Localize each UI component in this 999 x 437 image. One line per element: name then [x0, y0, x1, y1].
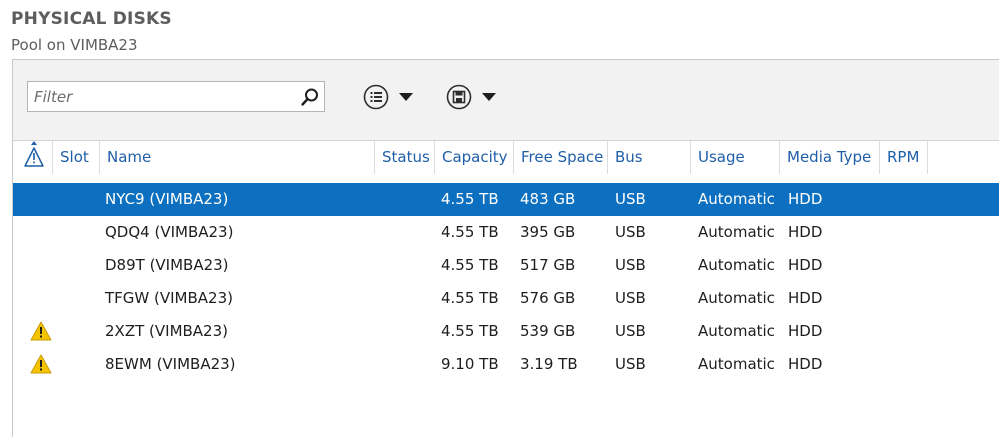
disk-name: D89T (VIMBA23): [105, 256, 229, 274]
disk-capacity: 4.55 TB: [441, 223, 499, 241]
chevron-down-icon: [482, 93, 496, 101]
disk-capacity: 4.55 TB: [441, 289, 499, 307]
column-header-status[interactable]: Status: [375, 141, 435, 174]
disk-free-space: 395 GB: [520, 223, 576, 241]
table-row[interactable]: QDQ4 (VIMBA23) 4.55 TB 395 GB USB Automa…: [13, 216, 999, 249]
filter-input[interactable]: [34, 86, 289, 107]
column-header-media-type[interactable]: Media Type: [780, 141, 880, 174]
disk-name: NYC9 (VIMBA23): [105, 190, 229, 208]
disk-media-type: HDD: [788, 256, 823, 274]
table-row[interactable]: NYC9 (VIMBA23) 4.55 TB 483 GB USB Automa…: [13, 183, 999, 216]
disk-capacity: 4.55 TB: [441, 190, 499, 208]
warning-icon: [30, 321, 52, 341]
disk-bus: USB: [615, 289, 646, 307]
disk-capacity: 4.55 TB: [441, 322, 499, 340]
disk-name: 2XZT (VIMBA23): [105, 322, 228, 340]
disk-usage: Automatic: [698, 223, 775, 241]
page-subtitle: Pool on VIMBA23: [11, 36, 138, 54]
save-icon: [446, 84, 472, 110]
disk-media-type: HDD: [788, 322, 823, 340]
disk-usage: Automatic: [698, 322, 775, 340]
table-row[interactable]: 8EWM (VIMBA23) 9.10 TB 3.19 TB USB Autom…: [13, 348, 999, 381]
column-header-slot[interactable]: Slot: [53, 141, 100, 174]
column-header-warning[interactable]: [13, 141, 53, 174]
column-header-free-space[interactable]: Free Space: [514, 141, 608, 174]
column-header-rpm[interactable]: RPM: [880, 141, 928, 174]
disk-bus: USB: [615, 223, 646, 241]
disk-media-type: HDD: [788, 355, 823, 373]
disk-media-type: HDD: [788, 223, 823, 241]
save-options-button[interactable]: [446, 84, 508, 110]
column-header-capacity[interactable]: Capacity: [435, 141, 514, 174]
column-header-name[interactable]: Name: [100, 141, 375, 174]
toolbar: [13, 60, 999, 141]
disk-free-space: 576 GB: [520, 289, 576, 307]
disk-free-space: 517 GB: [520, 256, 576, 274]
column-header-usage[interactable]: Usage: [691, 141, 780, 174]
view-options-button[interactable]: [363, 84, 425, 110]
column-header-bus[interactable]: Bus: [608, 141, 691, 174]
warning-sort-icon: [24, 141, 44, 167]
filter-box[interactable]: [27, 81, 325, 112]
disk-usage: Automatic: [698, 355, 775, 373]
disk-free-space: 539 GB: [520, 322, 576, 340]
column-header-row: Slot Name Status Capacity Free Space Bus…: [13, 141, 999, 174]
list-view-icon: [363, 84, 389, 110]
disk-media-type: HDD: [788, 289, 823, 307]
disk-media-type: HDD: [788, 190, 823, 208]
table-row[interactable]: TFGW (VIMBA23) 4.55 TB 576 GB USB Automa…: [13, 282, 999, 315]
disk-usage: Automatic: [698, 190, 775, 208]
table-row[interactable]: D89T (VIMBA23) 4.55 TB 517 GB USB Automa…: [13, 249, 999, 282]
disk-usage: Automatic: [698, 256, 775, 274]
disk-list: NYC9 (VIMBA23) 4.55 TB 483 GB USB Automa…: [13, 183, 999, 381]
disk-capacity: 4.55 TB: [441, 256, 499, 274]
disk-free-space: 3.19 TB: [520, 355, 578, 373]
warning-icon: [30, 354, 52, 374]
disk-name: QDQ4 (VIMBA23): [105, 223, 234, 241]
disk-capacity: 9.10 TB: [441, 355, 499, 373]
table-row[interactable]: 2XZT (VIMBA23) 4.55 TB 539 GB USB Automa…: [13, 315, 999, 348]
disk-bus: USB: [615, 190, 646, 208]
disk-name: TFGW (VIMBA23): [105, 289, 233, 307]
disk-name: 8EWM (VIMBA23): [105, 355, 236, 373]
disk-bus: USB: [615, 256, 646, 274]
disk-usage: Automatic: [698, 289, 775, 307]
disks-panel: Slot Name Status Capacity Free Space Bus…: [12, 59, 999, 437]
search-icon[interactable]: [300, 87, 320, 107]
disk-bus: USB: [615, 355, 646, 373]
page-title: PHYSICAL DISKS: [11, 9, 172, 29]
chevron-down-icon: [399, 93, 413, 101]
disk-free-space: 483 GB: [520, 190, 576, 208]
disk-bus: USB: [615, 322, 646, 340]
